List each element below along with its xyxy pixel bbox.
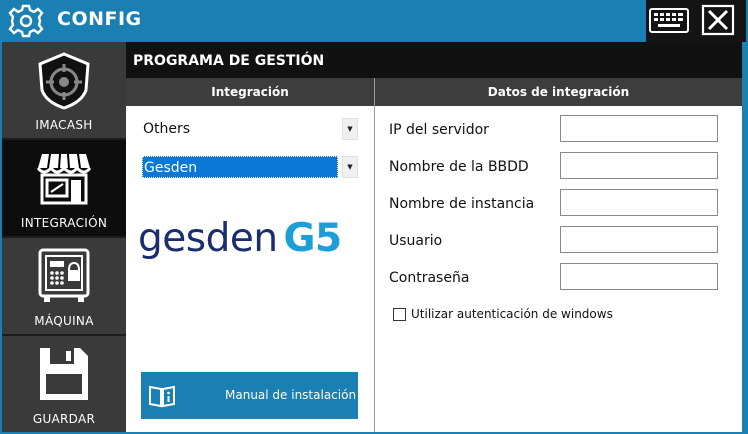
windows-auth-checkbox[interactable] [393, 308, 406, 321]
sidebar-item-label: INTEGRACIÓN [20, 216, 108, 230]
shield-target-icon [38, 52, 90, 110]
dropdown-value: Gesden [142, 156, 338, 178]
integration-type-dropdown[interactable]: Others ▼ [142, 118, 358, 140]
chevron-down-icon[interactable]: ▼ [342, 156, 358, 178]
sidebar: IMACASH INTEGRACIÓN MÁQUINA GUARDAR [2, 42, 126, 432]
floppy-disk-icon [40, 348, 88, 400]
sidebar-item-label: GUARDAR [32, 412, 96, 426]
database-name-input[interactable] [560, 152, 718, 179]
dropdown-value: Others [143, 121, 191, 137]
instance-name-input[interactable] [560, 189, 718, 216]
close-icon[interactable] [700, 4, 736, 36]
title-bar: CONFIG [0, 0, 748, 42]
book-info-icon [149, 385, 175, 408]
keyboard-icon[interactable] [648, 4, 690, 36]
sidebar-item-label: MÁQUINA [34, 314, 94, 328]
logo-mark: G5 [283, 216, 343, 261]
column-divider [374, 78, 375, 432]
logo-word: gesden [138, 216, 278, 261]
password-input[interactable] [560, 263, 718, 290]
safe-machine-icon [38, 248, 90, 302]
sidebar-item-guardar[interactable]: GUARDAR [2, 336, 126, 432]
chevron-down-icon[interactable]: ▼ [342, 118, 358, 140]
program-dropdown[interactable]: Gesden ▼ [142, 156, 358, 178]
sidebar-item-maquina[interactable]: MÁQUINA [2, 238, 126, 334]
gear-icon [8, 4, 44, 38]
password-label: Contraseña [389, 270, 470, 286]
window-title: CONFIG [57, 8, 142, 30]
username-input[interactable] [560, 226, 718, 253]
sidebar-item-integracion[interactable]: INTEGRACIÓN [2, 140, 126, 236]
sidebar-item-label: IMACASH [35, 118, 93, 132]
content-panel: PROGRAMA DE GESTIÓN Integración Datos de… [126, 42, 742, 432]
manual-button-label: Manual de instalación [225, 388, 357, 402]
instance-name-label: Nombre de instancia [389, 196, 535, 212]
database-name-label: Nombre de la BBDD [389, 159, 529, 175]
server-ip-input[interactable] [560, 115, 718, 142]
integration-data-header: Datos de integración [375, 78, 742, 106]
username-label: Usuario [389, 233, 443, 249]
storefront-icon [36, 153, 92, 205]
title-buttons [646, 0, 746, 42]
sidebar-item-imacash[interactable]: IMACASH [2, 42, 126, 138]
windows-auth-label: Utilizar autenticación de windows [411, 307, 613, 321]
gesden-logo: gesden G5 [138, 214, 358, 264]
section-title: PROGRAMA DE GESTIÓN [126, 42, 742, 78]
server-ip-label: IP del servidor [389, 122, 489, 138]
installation-manual-button[interactable]: Manual de instalación [141, 372, 358, 419]
integration-header: Integración [126, 78, 374, 106]
